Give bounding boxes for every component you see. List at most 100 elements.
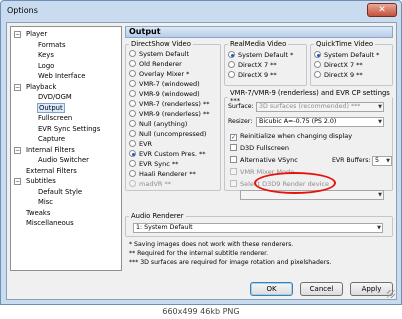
tree-item-label: DVD/OGM: [38, 93, 72, 101]
tree-item[interactable]: Capture: [11, 134, 121, 145]
tree-item[interactable]: Logo: [11, 61, 121, 72]
expand-toggle-icon[interactable]: −: [14, 178, 21, 185]
checkbox-icon: [230, 180, 237, 187]
radio-icon: [129, 70, 136, 77]
resizer-select[interactable]: Bicubic A=-0.75 (PS 2.0) ▼: [256, 117, 384, 127]
radio-icon: [228, 61, 235, 68]
audio-renderer-legend: Audio Renderer: [131, 212, 184, 220]
d3d9-device-checkbox[interactable]: Select D3D9 Render device: [230, 180, 329, 190]
radio-icon: [129, 50, 136, 57]
directshow-option[interactable]: Null (anything): [129, 120, 187, 130]
directshow-option[interactable]: EVR Sync **: [129, 160, 178, 170]
directshow-option[interactable]: VMR-9 (renderless) **: [129, 110, 210, 120]
d3d-fullscreen-label: D3D Fullscreen: [240, 144, 289, 152]
d3d9-device-label: Select D3D9 Render device: [240, 180, 330, 188]
ok-button[interactable]: OK: [250, 282, 293, 296]
quicktime-option[interactable]: DirectX 9 **: [314, 71, 363, 81]
radio-icon: [129, 150, 136, 157]
directshow-option[interactable]: EVR Custom Pres. **: [129, 150, 205, 160]
directshow-option-label: VMR-9 (windowed): [139, 90, 200, 98]
note-1: * Saving images does not work with these…: [129, 241, 294, 248]
dialog-body: − Player Formats Keys Logo Web Interface − Play…: [6, 22, 397, 300]
vmr-mixer-label: VMR Mixer Mode: [240, 168, 295, 176]
surface-value: 3D surfaces (recommended) ***: [259, 103, 361, 110]
tree-item[interactable]: − Player: [11, 29, 121, 40]
directshow-option-label: Null (anything): [139, 120, 188, 128]
directshow-option-label: VMR-7 (windowed): [139, 80, 200, 88]
directshow-option-label: EVR Sync **: [139, 160, 179, 168]
tree-item-label: EVR Sync Settings: [38, 124, 101, 133]
tree-item[interactable]: Default Style: [11, 187, 121, 198]
title-bar[interactable]: Options ✕: [1, 1, 401, 21]
d3d-fullscreen-checkbox[interactable]: D3D Fullscreen: [230, 144, 289, 154]
tree-item-label: Fullscreen: [38, 114, 73, 122]
directshow-option-label: EVR: [139, 140, 153, 148]
expand-toggle-icon[interactable]: −: [14, 31, 21, 38]
tree-item-label: Formats: [38, 40, 66, 49]
resize-grip[interactable]: [387, 290, 395, 298]
evr-buffers-select[interactable]: 5 ▼: [372, 156, 392, 166]
tree-item-label: Web Interface: [38, 72, 86, 80]
tree-item[interactable]: EVR Sync Settings: [11, 124, 121, 135]
tree-item[interactable]: − Internal Filters: [11, 145, 121, 156]
tree-item[interactable]: Formats: [11, 40, 121, 51]
realmedia-option[interactable]: DirectX 9 **: [228, 71, 277, 81]
realmedia-option[interactable]: DirectX 7 **: [228, 61, 277, 71]
radio-icon: [129, 60, 136, 67]
realmedia-legend: RealMedia Video: [230, 40, 287, 48]
vmr-mixer-checkbox[interactable]: VMR Mixer Mode: [230, 168, 294, 178]
audio-renderer-value: 1: System Default: [136, 224, 193, 231]
directshow-option[interactable]: VMR-7 (windowed): [129, 80, 200, 90]
directshow-option[interactable]: Null (uncompressed): [129, 130, 206, 140]
tree-item-label: Player: [26, 30, 48, 38]
tree-item[interactable]: DVD/OGM: [11, 92, 121, 103]
tree-item-label: Tweaks: [26, 208, 51, 217]
tree-item[interactable]: − Subtitles: [11, 176, 121, 187]
directshow-legend: DirectShow Video: [131, 40, 191, 48]
directshow-option[interactable]: madVR **: [129, 180, 171, 190]
directshow-option-label: madVR **: [139, 180, 171, 188]
options-tree[interactable]: − Player Formats Keys Logo Web Interface − Play…: [10, 26, 122, 271]
quicktime-option-label: System Default *: [324, 51, 380, 59]
image-caption: 660x499 46kb PNG: [0, 305, 402, 319]
tree-item[interactable]: Miscellaneous: [11, 218, 121, 229]
realmedia-option[interactable]: System Default *: [228, 51, 293, 61]
directshow-option[interactable]: VMR-9 (windowed): [129, 90, 200, 100]
tree-item[interactable]: Misc: [11, 197, 121, 208]
tree-item[interactable]: External Filters: [11, 166, 121, 177]
tree-item-label: Subtitles: [26, 177, 56, 185]
chevron-down-icon: ▼: [378, 104, 382, 110]
tree-item[interactable]: Keys: [11, 50, 121, 61]
expand-toggle-icon[interactable]: −: [14, 146, 21, 154]
tree-item[interactable]: − Playback: [11, 82, 121, 93]
page-title: Output: [125, 26, 393, 38]
radio-icon: [129, 90, 136, 97]
directshow-option-label: Null (uncompressed): [139, 130, 207, 138]
realmedia-option-label: System Default *: [238, 51, 294, 59]
tree-item-label: Audio Switcher: [38, 156, 89, 164]
quicktime-option[interactable]: System Default *: [314, 51, 379, 61]
directshow-option[interactable]: System Default: [129, 50, 189, 60]
directshow-option[interactable]: Old Renderer: [129, 60, 182, 70]
audio-renderer-select[interactable]: 1: System Default ▼: [133, 223, 383, 233]
tree-item[interactable]: Output: [11, 102, 121, 114]
directshow-option[interactable]: EVR: [129, 140, 152, 150]
radio-icon: [314, 61, 321, 68]
d3d9-device-select[interactable]: ▼: [240, 190, 384, 200]
alternative-vsync-checkbox[interactable]: Alternative VSync: [230, 156, 298, 166]
tree-item[interactable]: Web Interface: [11, 71, 121, 82]
chevron-down-icon: ▼: [378, 119, 382, 125]
tree-item[interactable]: Audio Switcher: [11, 155, 121, 166]
close-button[interactable]: ✕: [367, 3, 397, 17]
surface-select[interactable]: 3D surfaces (recommended) *** ▼: [256, 102, 384, 112]
tree-item[interactable]: Fullscreen: [11, 113, 121, 124]
directshow-option[interactable]: VMR-7 (renderless) **: [129, 100, 210, 110]
tree-item[interactable]: Tweaks: [11, 208, 121, 219]
reinitialize-checkbox[interactable]: ✓ Reinitialize when changing display: [230, 132, 352, 142]
cancel-button[interactable]: Cancel: [300, 282, 343, 296]
directshow-option[interactable]: Haali Renderer **: [129, 170, 196, 180]
tree-item-label: Misc: [38, 198, 54, 206]
expand-toggle-icon[interactable]: −: [14, 83, 21, 91]
directshow-option[interactable]: Overlay Mixer *: [129, 70, 189, 80]
quicktime-option[interactable]: DirectX 7 **: [314, 61, 363, 71]
